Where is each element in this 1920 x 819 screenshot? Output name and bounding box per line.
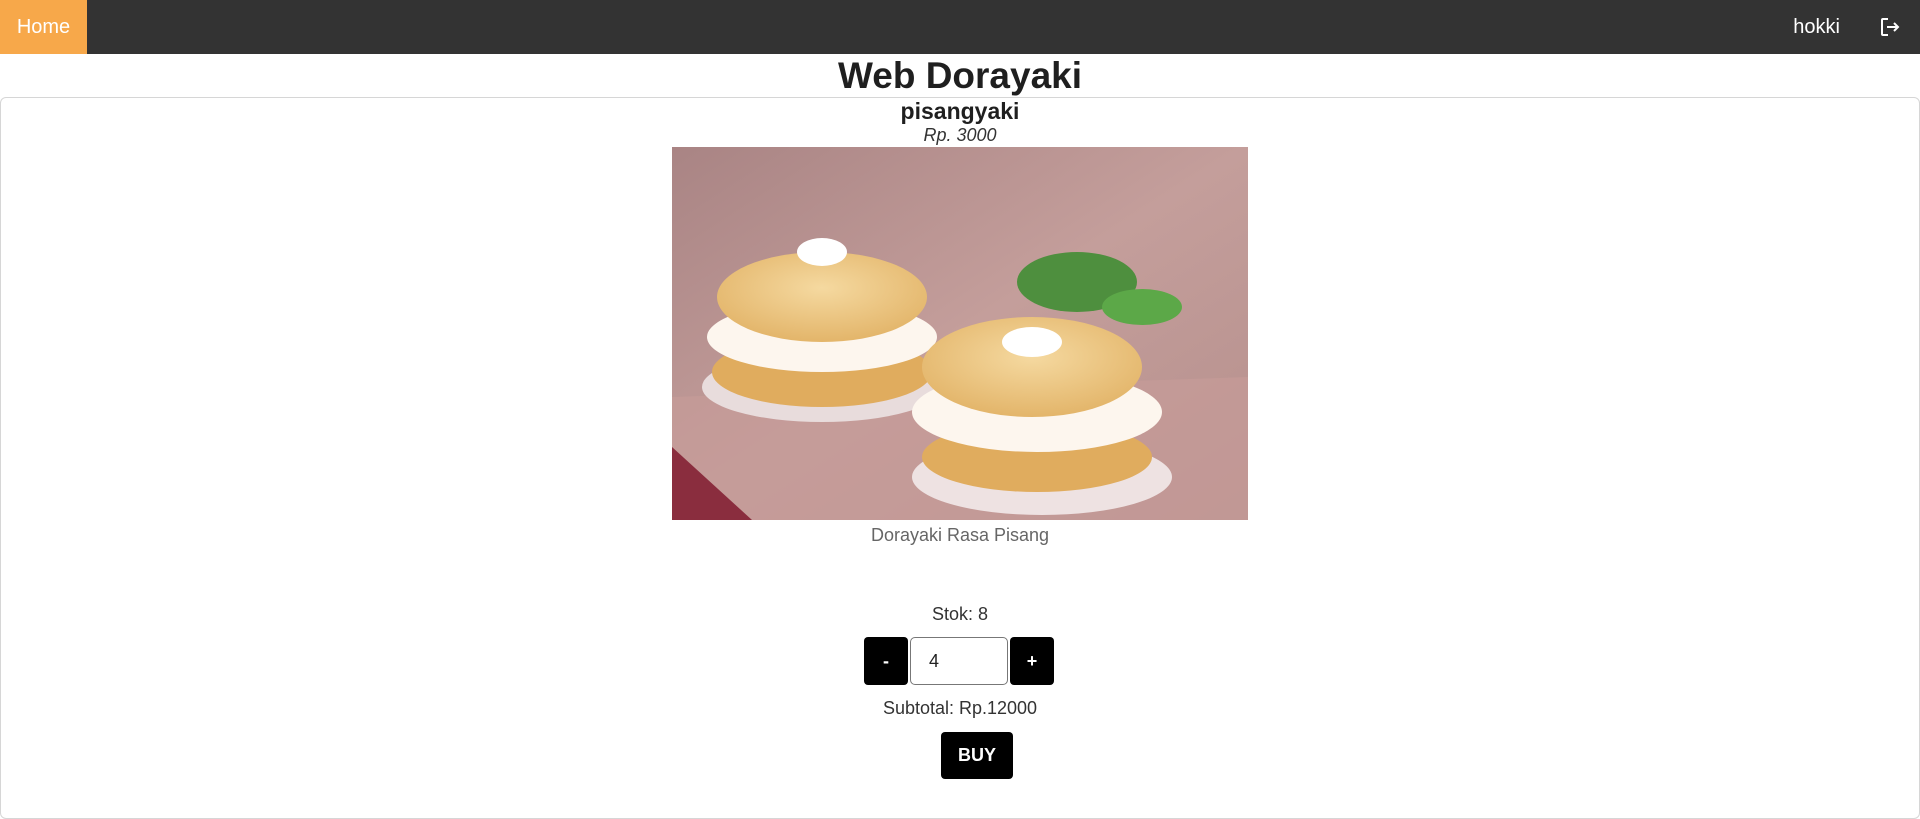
top-navbar: Home hokki xyxy=(0,0,1920,54)
product-description: Dorayaki Rasa Pisang xyxy=(870,525,1050,545)
home-nav-link[interactable]: Home xyxy=(0,0,87,54)
decrease-quantity-button[interactable]: - xyxy=(864,637,908,685)
quantity-input[interactable] xyxy=(910,637,1008,685)
product-price: Rp. 3000 xyxy=(923,125,997,145)
product-image xyxy=(672,147,1248,520)
subtotal-text: Subtotal: Rp.12000 xyxy=(882,698,1038,718)
username-label[interactable]: hokki xyxy=(1793,0,1840,54)
increase-quantity-button[interactable]: + xyxy=(1010,637,1054,685)
stock-count: Stok: 8 xyxy=(931,604,989,624)
page-title: Web Dorayaki xyxy=(837,55,1083,96)
quantity-stepper: - + xyxy=(864,637,1054,685)
logout-icon[interactable] xyxy=(1878,15,1902,39)
product-name: pisangyaki xyxy=(900,98,1020,124)
buy-button[interactable]: BUY xyxy=(941,732,1013,779)
